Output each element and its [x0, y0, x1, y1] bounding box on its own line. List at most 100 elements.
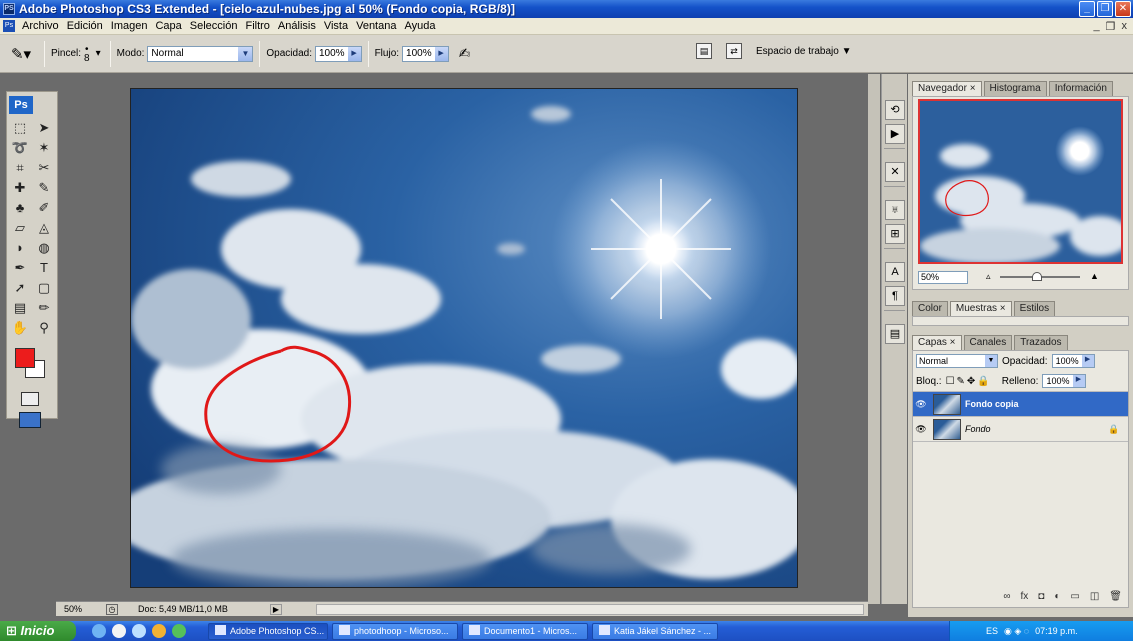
tab-histograma[interactable]: Histograma	[983, 81, 1047, 96]
palette-well-icon[interactable]: ▤	[696, 43, 712, 59]
tab-color[interactable]: Color	[912, 301, 948, 316]
foreground-color-swatch[interactable]	[15, 348, 35, 368]
brush-tool-icon[interactable]: ✎	[33, 178, 55, 198]
opacity-field[interactable]: 100% ▶	[315, 45, 362, 62]
chevron-right-icon[interactable]: ▶	[1081, 355, 1094, 367]
eye-icon[interactable]: 👁	[913, 399, 929, 410]
type-tool-icon[interactable]: T	[33, 258, 55, 278]
pen-tool-icon[interactable]: ✒	[9, 258, 31, 278]
document-canvas[interactable]	[130, 88, 798, 588]
zoom-level[interactable]: 50%	[56, 604, 90, 614]
messenger-icon[interactable]	[152, 624, 166, 638]
quick-mask-icon[interactable]	[21, 392, 39, 406]
menu-imagen[interactable]: Imagen	[107, 20, 152, 32]
navigator-zoom-slider[interactable]: ▵ ▲	[986, 271, 1106, 283]
menu-analisis[interactable]: Análisis	[274, 20, 320, 32]
clock[interactable]: 07:19 p.m.	[1035, 626, 1078, 636]
layer-opacity-field[interactable]: 100% ▶	[1051, 354, 1095, 368]
flow-field[interactable]: 100% ▶	[402, 45, 449, 62]
photoshop-badge[interactable]: Ps	[9, 96, 33, 114]
language-indicator[interactable]: ES	[986, 626, 998, 636]
actions-icon[interactable]: ▶	[885, 124, 905, 144]
menu-edicion[interactable]: Edición	[63, 20, 107, 32]
notes-tool-icon[interactable]: ▤	[9, 298, 31, 318]
clone-stamp-tool-icon[interactable]: ♣	[9, 198, 31, 218]
task-katia[interactable]: Katia Jákel Sánchez - ...	[592, 622, 718, 640]
app-icon[interactable]	[172, 624, 186, 638]
menu-seleccion[interactable]: Selección	[186, 20, 242, 32]
mode-select[interactable]: Normal ▼	[147, 45, 254, 62]
layer-row[interactable]: 👁 Fondo 🔒	[913, 416, 1128, 441]
chevron-right-icon[interactable]: ▶	[434, 46, 448, 61]
spot-healing-tool-icon[interactable]: ✚	[9, 178, 31, 198]
eyedropper-tool-icon[interactable]: ✏	[33, 298, 55, 318]
path-selection-tool-icon[interactable]: ➚	[9, 278, 31, 298]
zoom-out-icon[interactable]: ▵	[986, 271, 991, 282]
navigator-zoom-field[interactable]: 50%	[918, 270, 968, 284]
lasso-tool-icon[interactable]: ➰	[9, 138, 31, 158]
tab-trazados[interactable]: Trazados	[1014, 335, 1068, 350]
doc-restore-button[interactable]: ❐	[1106, 20, 1116, 33]
slider-thumb[interactable]	[1032, 272, 1042, 281]
new-layer-icon[interactable]: ◫	[1090, 591, 1099, 607]
crop-tool-icon[interactable]: ⌗	[9, 158, 31, 178]
tray-icons[interactable]: ◉ ◈ ◌	[1004, 626, 1029, 637]
chevron-right-icon[interactable]: ▶	[347, 46, 361, 61]
hand-tool-icon[interactable]: ✋	[9, 318, 31, 338]
tab-navegador[interactable]: Navegador ×	[912, 81, 982, 96]
media-icon[interactable]	[112, 624, 126, 638]
marquee-tool-icon[interactable]: ⬚	[9, 118, 31, 138]
brush-tool-preset-icon[interactable]: ✎▾	[4, 43, 38, 65]
minimize-button[interactable]: _	[1079, 1, 1095, 17]
tab-capas[interactable]: Capas ×	[912, 335, 962, 350]
navigator-preview[interactable]	[918, 99, 1123, 264]
screen-mode-icon[interactable]	[19, 412, 41, 428]
blend-mode-select[interactable]: Normal ▼	[916, 354, 998, 368]
airbrush-icon[interactable]: ✍	[459, 45, 471, 62]
canvas-horizontal-scrollbar[interactable]	[316, 604, 864, 615]
menu-ventana[interactable]: Ventana	[352, 20, 400, 32]
menu-capa[interactable]: Capa	[151, 20, 185, 32]
browser-icon[interactable]	[92, 624, 106, 638]
tab-estilos[interactable]: Estilos	[1013, 301, 1056, 316]
status-menu-arrow-icon[interactable]: ▶	[270, 603, 282, 615]
tab-muestras[interactable]: Muestras ×	[949, 301, 1012, 316]
brush-size-picker[interactable]: • 8	[84, 44, 90, 63]
bridge-icon[interactable]: ⇄	[726, 43, 742, 59]
doc-close-button[interactable]: x	[1122, 20, 1128, 33]
history-icon[interactable]: ⟲	[885, 100, 905, 120]
blur-tool-icon[interactable]: ◗	[9, 238, 31, 258]
menu-filtro[interactable]: Filtro	[241, 20, 273, 32]
task-photoshop[interactable]: Adobe Photoshop CS...	[208, 622, 328, 640]
zoom-in-icon[interactable]: ▲	[1090, 271, 1099, 281]
tool-presets-icon[interactable]: ✕	[885, 162, 905, 182]
clone-source-icon[interactable]: ⊞	[885, 224, 905, 244]
magic-wand-tool-icon[interactable]: ✶	[33, 138, 55, 158]
layer-row[interactable]: 👁 Fondo copia	[913, 391, 1128, 416]
dodge-tool-icon[interactable]: ◍	[33, 238, 55, 258]
rectangle-tool-icon[interactable]: ▢	[33, 278, 55, 298]
paragraph-icon[interactable]: ¶	[885, 286, 905, 306]
character-icon[interactable]: A	[885, 262, 905, 282]
start-button[interactable]: ⊞ Inicio	[0, 621, 76, 641]
task-documento1[interactable]: Documento1 - Micros...	[462, 622, 588, 640]
close-button[interactable]: ✕	[1115, 1, 1131, 17]
workspace-menu[interactable]: Espacio de trabajo ▼	[756, 46, 852, 57]
brush-picker-arrow-icon[interactable]: ▾	[96, 48, 101, 59]
trash-icon[interactable]: 🗑	[1109, 591, 1122, 607]
link-layers-icon[interactable]: ∞	[1003, 591, 1010, 607]
layer-style-icon[interactable]: fx	[1021, 591, 1029, 607]
menu-vista[interactable]: Vista	[320, 20, 352, 32]
status-icon[interactable]: ◷	[106, 603, 118, 615]
tab-canales[interactable]: Canales	[963, 335, 1013, 350]
history-brush-tool-icon[interactable]: ✐	[33, 198, 55, 218]
fill-field[interactable]: 100% ▶	[1042, 374, 1086, 388]
task-photodhoop[interactable]: photodhoop - Microso...	[332, 622, 458, 640]
paint-bucket-tool-icon[interactable]: ◬	[33, 218, 55, 238]
new-group-icon[interactable]: ▭	[1070, 591, 1079, 607]
menu-ayuda[interactable]: Ayuda	[400, 20, 439, 32]
restore-button[interactable]: ❐	[1097, 1, 1113, 17]
menu-archivo[interactable]: Archivo	[18, 20, 63, 32]
eye-icon[interactable]: 👁	[913, 424, 929, 435]
canvas-vertical-scrollbar[interactable]	[868, 74, 880, 604]
